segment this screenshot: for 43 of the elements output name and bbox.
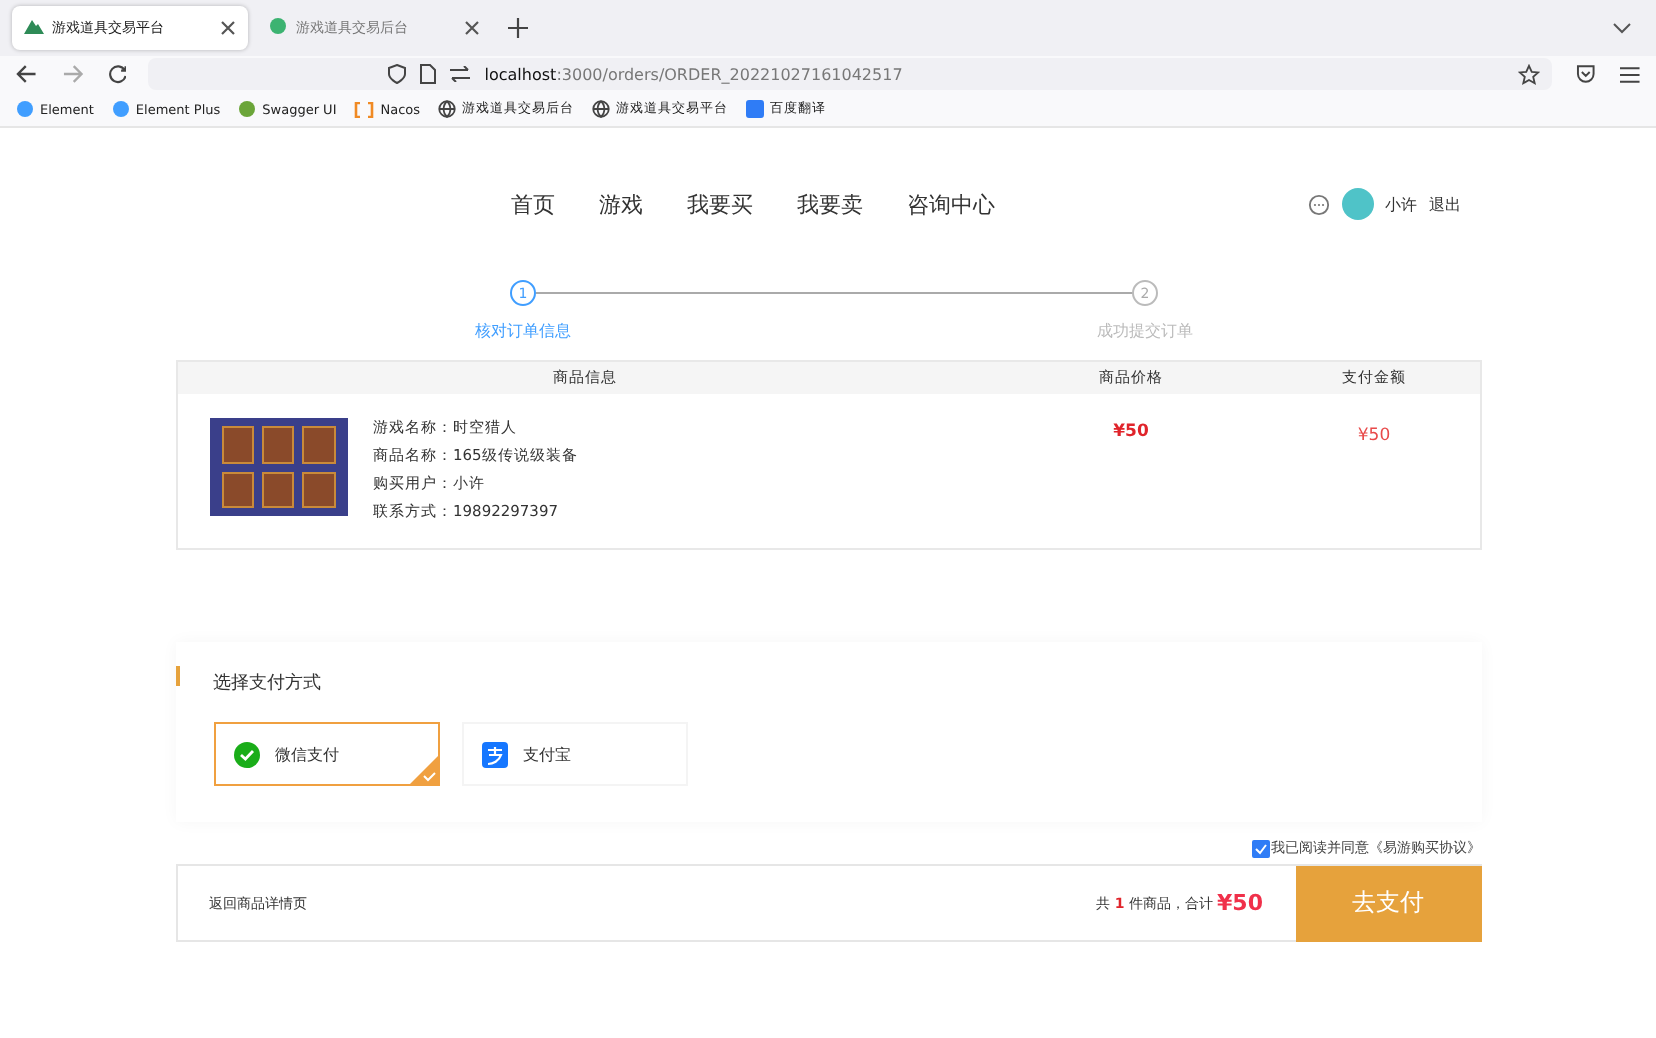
step-label: 核对订单信息 <box>475 320 571 342</box>
shield-icon <box>388 64 407 84</box>
logout-link[interactable]: 退出 <box>1429 193 1461 215</box>
circle-logo-icon <box>238 100 257 118</box>
chat-check-icon <box>233 741 259 767</box>
product-image <box>209 418 347 516</box>
swap-icon <box>450 66 471 82</box>
page-icon <box>420 64 437 84</box>
circle-logo-icon <box>16 100 34 118</box>
address-field[interactable]: localhost:3000/orders/ORDER_20221027161042517 <box>148 58 1553 90</box>
user-name: 小许 <box>1385 193 1417 215</box>
menu-icon[interactable] <box>1620 65 1641 83</box>
nav-link[interactable]: 我要买 <box>687 189 753 219</box>
new-tab-icon[interactable] <box>508 18 528 38</box>
section-title: 选择支付方式 <box>213 671 323 696</box>
globe-icon <box>438 100 457 118</box>
chat-icon[interactable] <box>1307 193 1329 215</box>
back-icon[interactable] <box>16 64 38 84</box>
chevron-down-icon[interactable] <box>1612 22 1632 34</box>
price-text: ¥50 <box>1111 422 1151 442</box>
pocket-icon[interactable] <box>1576 64 1597 84</box>
step-label: 成功提交订单 <box>1097 320 1193 342</box>
mountain-icon <box>24 16 44 40</box>
nav-link[interactable]: 咨询中心 <box>907 189 995 219</box>
globe-icon <box>592 100 611 118</box>
square-logo-icon <box>481 741 507 767</box>
payment-option[interactable]: 微信支付 <box>213 722 439 786</box>
nav-link[interactable]: 首页 <box>511 189 555 219</box>
close-icon[interactable] <box>464 20 480 36</box>
circle-logo-icon <box>111 100 130 118</box>
brackets-icon <box>354 101 375 117</box>
corner-check-icon <box>409 756 437 784</box>
nav-link[interactable]: 游戏 <box>599 189 643 219</box>
payment-option[interactable]: 支付宝 <box>461 722 687 786</box>
checkbox[interactable] <box>1251 839 1269 857</box>
amount-text: ¥50 <box>1355 426 1393 446</box>
total-amount: ¥50 <box>1217 890 1263 916</box>
star-icon[interactable] <box>1518 63 1541 85</box>
reload-icon[interactable] <box>107 64 127 84</box>
nav-link[interactable]: 我要卖 <box>797 189 863 219</box>
translate-icon <box>746 100 765 118</box>
close-icon[interactable] <box>220 20 236 36</box>
url-text: localhost:3000/orders/ORDER_20221027161042517 <box>484 65 903 83</box>
